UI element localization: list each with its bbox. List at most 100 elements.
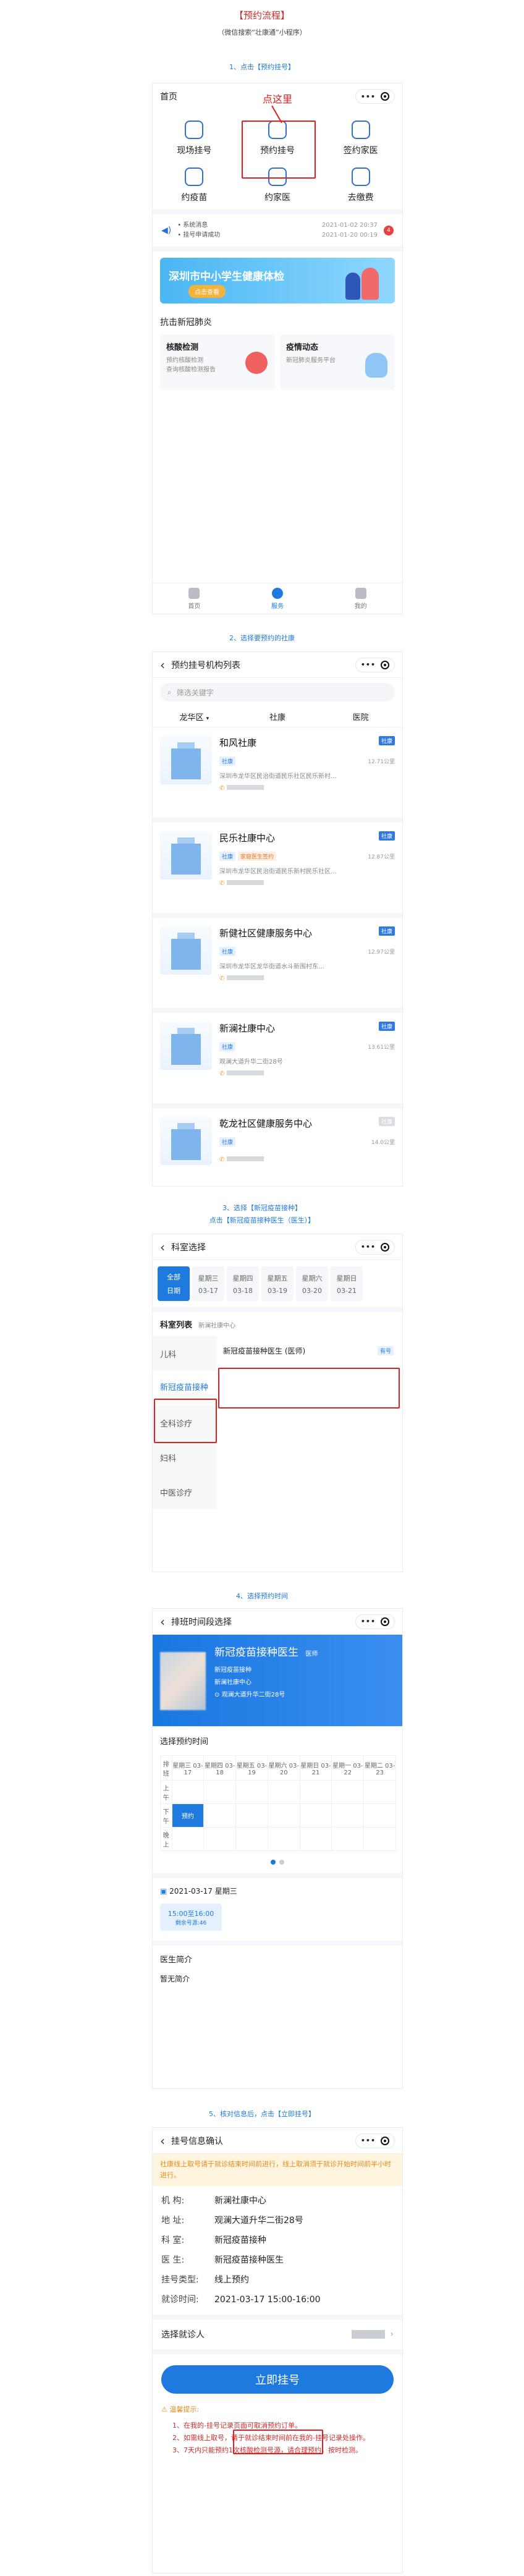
- time-slot-text: 15:00至16:00: [167, 1909, 214, 1918]
- family-doctor-sign-button[interactable]: 签约家医: [319, 121, 402, 156]
- search-input[interactable]: ⌕ 筛选关键字: [160, 683, 395, 701]
- institution-tag: 社康: [219, 852, 236, 861]
- info-key: 就诊时间:: [161, 2295, 199, 2305]
- filter-district[interactable]: 龙华区 ▾: [153, 711, 236, 722]
- dept-item[interactable]: 儿科: [153, 1336, 217, 1371]
- close-circle-icon[interactable]: [381, 1617, 389, 1626]
- more-icon[interactable]: •••: [361, 1617, 376, 1625]
- close-circle-icon[interactable]: [381, 1242, 389, 1252]
- date-option[interactable]: 星期日 03-21: [331, 1266, 363, 1301]
- tab-label: 首页: [188, 603, 201, 610]
- more-icon[interactable]: •••: [361, 661, 376, 669]
- dept-item[interactable]: 中医诊疗: [153, 1475, 217, 1509]
- phone-row: ✆: [219, 785, 395, 792]
- mini-program-capsule[interactable]: •••: [355, 657, 395, 672]
- info-row: 机 构: 新澜社康中心: [161, 2191, 394, 2211]
- confirm-screen: ‹ 挂号信息确认 ••• 社康线上取号请于就诊结束时间前进行，线上取消须于就诊开…: [152, 2127, 403, 2574]
- schedule-header-cell: 排班: [160, 1755, 172, 1781]
- filter-community[interactable]: 社康: [236, 711, 319, 722]
- back-icon[interactable]: ‹: [160, 1240, 165, 1255]
- mini-program-capsule[interactable]: •••: [355, 1239, 395, 1255]
- slot-cell: [203, 1780, 237, 1804]
- date-option[interactable]: 星期三 03-17: [192, 1266, 224, 1301]
- search-placeholder: 筛选关键字: [176, 688, 214, 697]
- pager-dot[interactable]: [271, 1860, 276, 1865]
- schedule-title: 排班时间段选择: [171, 1617, 232, 1627]
- phone-row: ✆: [219, 1156, 395, 1163]
- patient-selector[interactable]: 选择就诊人 ›: [153, 2315, 402, 2354]
- more-icon[interactable]: •••: [361, 2137, 376, 2145]
- slot-cell: [235, 1827, 268, 1851]
- tab-service[interactable]: 服务: [236, 583, 319, 614]
- slot-cell: [331, 1827, 365, 1851]
- info-key: 地 址:: [161, 2216, 185, 2226]
- institution-tag: 社康: [219, 1137, 236, 1146]
- grid-label: 去缴费: [347, 193, 374, 203]
- list-title: 预约挂号机构列表: [171, 660, 240, 671]
- register-now-button[interactable]: 立即挂号: [161, 2365, 394, 2394]
- back-icon[interactable]: ‹: [160, 658, 165, 672]
- warning-banner: 社康线上取号请于就诊结束时间前进行，线上取消须于就诊开始时间前半小时进行。: [153, 2154, 402, 2186]
- doctor-item[interactable]: 新冠疫苗接种医生 (医师) 有号: [217, 1336, 402, 1365]
- institution-item[interactable]: 民乐社康中心 社康 家庭医生签约 深圳市龙华区民治街道民乐新村民乐社区… ✆ 社康…: [153, 823, 402, 918]
- more-icon[interactable]: •••: [361, 1243, 376, 1251]
- pager-dot[interactable]: [279, 1860, 284, 1865]
- book-slot-button[interactable]: 预约: [171, 1803, 205, 1828]
- notice-bar[interactable]: ◀) • 系统消息 • 挂号申请成功 2021-01-02 20:37 2021…: [153, 210, 402, 252]
- tab-home[interactable]: 首页: [153, 583, 236, 614]
- pay-button[interactable]: 去缴费: [319, 167, 402, 203]
- phone-blurred: [226, 880, 264, 885]
- more-icon[interactable]: •••: [361, 93, 376, 101]
- banner-view-button[interactable]: 点击查看: [188, 285, 226, 298]
- doctor-icon: [351, 121, 370, 139]
- date-bottom: 日期: [167, 1287, 180, 1295]
- time-slot-option[interactable]: 15:00至16:00 剩余号源:46: [160, 1904, 222, 1931]
- book-vaccine-button[interactable]: 约疫苗: [153, 167, 236, 203]
- close-circle-icon[interactable]: [381, 660, 389, 669]
- mini-program-capsule[interactable]: •••: [355, 89, 395, 104]
- nucleic-test-card[interactable]: 核酸检测 预约核酸检测 查询核酸检测报告: [160, 334, 275, 390]
- tab-mine[interactable]: 我的: [319, 583, 402, 614]
- grid-label: 约家医: [264, 193, 290, 203]
- institution-name: 和风社康: [219, 737, 257, 748]
- info-key: 机 构:: [161, 2196, 185, 2206]
- intro-text: 暂无简介: [160, 1975, 190, 1983]
- close-circle-icon[interactable]: [381, 92, 389, 101]
- institution-item[interactable]: 和风社康 社康 深圳市龙华区民治街道民乐社区民乐新村… ✆ 社康 12.71公里: [153, 727, 402, 823]
- onsite-register-button[interactable]: 现场挂号: [153, 121, 236, 156]
- type-corner-tag: 社康: [378, 926, 395, 936]
- close-circle-icon[interactable]: [381, 2136, 389, 2145]
- schedule-header-cell: 星期六 03-20: [267, 1755, 300, 1781]
- slot-cell: [299, 1803, 332, 1828]
- dept-topbar: ‹ 科室选择 •••: [153, 1234, 402, 1260]
- slot-cell: [203, 1827, 237, 1851]
- institution-item[interactable]: 新健社区健康服务中心 社康 深圳市龙华区龙华街道水斗新围村东… ✆ 社康 12.…: [153, 918, 402, 1013]
- syringe-icon: [185, 167, 204, 186]
- date-option[interactable]: 星期五 03-19: [261, 1266, 294, 1301]
- list-topbar: ‹ 预约挂号机构列表 •••: [153, 652, 402, 678]
- phone-blurred: [226, 1070, 264, 1075]
- date-option[interactable]: 星期四 03-18: [227, 1266, 259, 1301]
- date-option[interactable]: 星期六 03-20: [296, 1266, 328, 1301]
- phone-icon: ✆: [219, 1156, 225, 1163]
- back-icon[interactable]: ‹: [160, 2133, 165, 2148]
- mini-program-capsule[interactable]: •••: [355, 2133, 395, 2148]
- step-2-caption: 2、选择要预约的社康: [229, 634, 295, 642]
- dept-item[interactable]: 妇科: [153, 1440, 217, 1475]
- calendar-icon: ▣: [160, 1887, 167, 1896]
- institution-item[interactable]: 新澜社康中心 社康 观澜大道升华二街28号 ✆ 社康 13.61公里: [153, 1013, 402, 1108]
- back-icon[interactable]: ‹: [160, 1614, 165, 1629]
- info-value: 观澜大道升华二街28号: [214, 2216, 303, 2226]
- filter-tabs: 龙华区 ▾ 社康 医院: [153, 706, 402, 727]
- unread-badge: 4: [384, 226, 394, 235]
- wallet-icon: [351, 167, 370, 186]
- type-corner-tag: 社康: [378, 1117, 395, 1126]
- institution-item[interactable]: 乾龙社区健康服务中心 社康 ✆ 社康 14.0公里: [153, 1108, 402, 1186]
- epidemic-news-card[interactable]: 疫情动态 新冠肺炎服务平台: [280, 334, 395, 390]
- health-check-banner[interactable]: 深圳市中小学生健康体检 点击查看: [160, 258, 395, 303]
- filter-hospital[interactable]: 医院: [319, 711, 402, 722]
- info-key: 科 室:: [161, 2235, 185, 2245]
- doctor-name: 新冠疫苗接种医生 医师: [214, 1643, 318, 1659]
- date-all[interactable]: 全部 日期: [158, 1266, 190, 1301]
- mini-program-capsule[interactable]: •••: [355, 1614, 395, 1629]
